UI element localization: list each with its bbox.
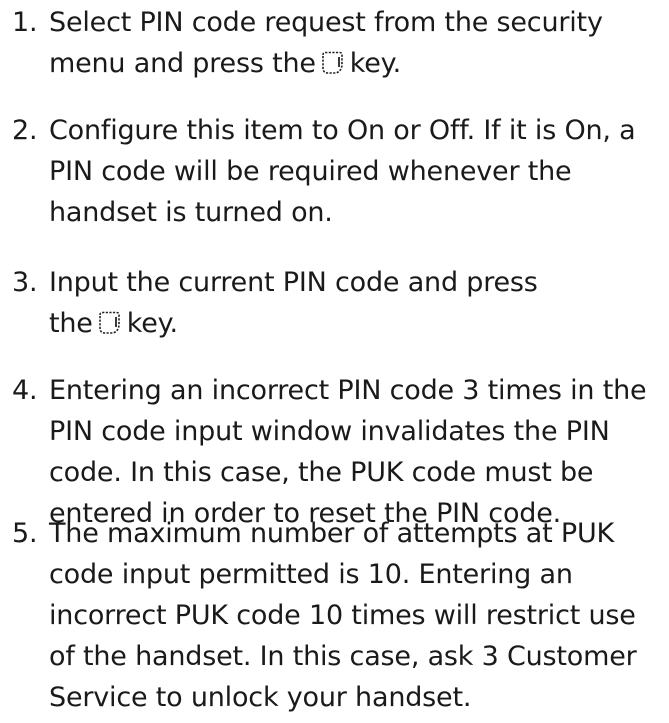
list-item: 5. The maximum number of attempts at PUK… <box>0 513 669 718</box>
step-text-line: handset is turned on. <box>49 197 333 228</box>
soft-key-icon <box>319 51 346 76</box>
step-text-line: menu and press the key. <box>0 43 669 84</box>
step-text-segment: the <box>49 308 93 339</box>
list-item: 1. Select PIN code request from the secu… <box>0 2 669 84</box>
step-text-segment: key. <box>349 48 401 79</box>
step-text-line: Service to unlock your handset. <box>49 682 472 713</box>
step-text-line: Configure this item to On or Off. If it … <box>49 115 636 146</box>
step-text-line: Input the current PIN code and press <box>49 267 538 298</box>
list-item: 4. Entering an incorrect PIN code 3 time… <box>0 370 669 534</box>
step-text-line: Entering an incorrect PIN code 3 times i… <box>49 375 647 406</box>
step-text-line: Select PIN code request from the securit… <box>49 7 603 38</box>
step-text-line: The maximum number of attempts at PUK <box>49 518 615 549</box>
soft-key-icon <box>96 311 123 336</box>
step-number: 5. <box>12 518 38 549</box>
list-item: 3. Input the current PIN code and press … <box>0 262 669 344</box>
step-text-line: PIN code will be required whenever the <box>49 156 572 187</box>
step-number: 2. <box>12 115 38 146</box>
step-text-line: the key. <box>0 303 669 344</box>
step-text-line: code. In this case, the PUK code must be <box>49 457 594 488</box>
step-text-line: PIN code input window invalidates the PI… <box>49 416 610 447</box>
step-text-line: code input permitted is 10. Entering an <box>49 559 573 590</box>
step-text-segment: menu and press the <box>49 48 316 79</box>
step-text-line: of the handset. In this case, ask 3 Cust… <box>49 641 637 672</box>
step-number: 1. <box>12 7 38 38</box>
step-number: 4. <box>12 375 38 406</box>
step-text-line: incorrect PUK code 10 times will restric… <box>49 600 636 631</box>
step-text-segment: key. <box>126 308 178 339</box>
list-item: 2. Configure this item to On or Off. If … <box>0 110 669 233</box>
step-number: 3. <box>12 267 38 298</box>
